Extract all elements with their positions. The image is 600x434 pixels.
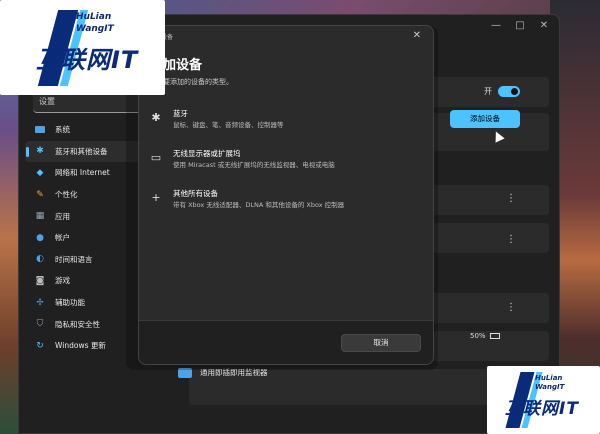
- display-icon: [33, 124, 47, 136]
- logo-text: 互联网IT: [505, 399, 579, 419]
- sidebar-item-label: 时间和语言: [55, 254, 93, 264]
- apps-icon: ▦: [35, 211, 45, 222]
- sidebar-item-label: 辅助功能: [55, 298, 85, 308]
- logo-subtext: HuLian: [76, 12, 112, 22]
- dialog-footer: 取消: [139, 320, 433, 364]
- gamepad-icon: ◙: [35, 275, 45, 286]
- dialog-title: 加设备: [163, 58, 203, 73]
- more-options-icon[interactable]: ⋮: [506, 193, 516, 204]
- plus-icon: +: [151, 190, 161, 204]
- globe-clock-icon: ◐: [36, 254, 44, 265]
- more-options-icon[interactable]: ⋮: [506, 234, 516, 245]
- battery-percent: 50%: [470, 332, 486, 340]
- brush-icon: ✎: [36, 189, 44, 200]
- shield-icon: ⛉: [36, 319, 44, 330]
- wifi-icon: ◆: [36, 167, 44, 178]
- sidebar-item-label: Windows 更新: [55, 341, 106, 351]
- bluetooth-toggle-label: 开: [484, 87, 492, 96]
- option-desc: 鼠标、键盘、笔、音频设备、控制器等: [173, 121, 284, 129]
- person-icon: ●: [36, 232, 44, 243]
- logo-subtext: WangIT: [535, 383, 565, 391]
- close-window-icon[interactable]: ✕: [537, 19, 551, 33]
- sidebar-item-label: 隐私和安全性: [55, 319, 100, 329]
- bluetooth-icon: ✱: [151, 110, 161, 124]
- sidebar-item-label: 帐户: [55, 233, 70, 243]
- option-everything-else[interactable]: + 其他所有设备 带有 Xbox 无线适配器、DLNA 和其他设备的 Xbox …: [147, 184, 427, 214]
- logo-subtext: HuLian: [535, 374, 563, 382]
- window-controls: — □ ✕: [489, 19, 551, 33]
- update-icon: ↻: [36, 340, 44, 351]
- sidebar-item-label: 系统: [55, 125, 70, 135]
- bluetooth-icon: ✱: [36, 146, 44, 157]
- logo-text: 互联网IT: [36, 46, 139, 74]
- maximize-icon[interactable]: □: [513, 19, 527, 33]
- dialog-subtitle: 要添加的设备的类型。: [163, 78, 233, 86]
- more-options-icon[interactable]: ⋮: [506, 302, 516, 313]
- battery-icon: [490, 333, 500, 339]
- close-icon[interactable]: ✕: [413, 30, 421, 41]
- cancel-button[interactable]: 取消: [341, 334, 421, 352]
- monitor-icon: ▭: [150, 150, 162, 164]
- watermark-logo-top: HuLian WangIT 互联网IT: [0, 0, 165, 95]
- option-title: 蓝牙: [173, 109, 188, 118]
- sidebar-item-label: 网络和 Internet: [55, 168, 110, 178]
- sidebar-item-label: 个性化: [55, 190, 78, 200]
- bluetooth-toggle[interactable]: [498, 86, 520, 97]
- option-desc: 使用 Miracast 或无线扩展坞的无线监视器、电视或电脑: [173, 161, 335, 169]
- minimize-icon[interactable]: —: [489, 19, 503, 33]
- accessibility-icon: ✢: [36, 297, 44, 308]
- add-device-button[interactable]: 添加设备: [450, 110, 520, 128]
- option-title: 其他所有设备: [173, 189, 218, 198]
- option-title: 无线显示器或扩展坞: [173, 149, 241, 158]
- add-device-dialog: 设备 ✕ 加设备 要添加的设备的类型。 ✱ 蓝牙 鼠标、键盘、笔、音频设备、控制…: [138, 25, 434, 365]
- sidebar-item-label: 蓝牙和其他设备: [55, 146, 108, 156]
- logo-subtext: WangIT: [76, 24, 114, 34]
- option-bluetooth[interactable]: ✱ 蓝牙 鼠标、键盘、笔、音频设备、控制器等: [147, 104, 427, 134]
- sidebar-item-label: 应用: [55, 211, 70, 221]
- option-desc: 带有 Xbox 无线适配器、DLNA 和其他设备的 Xbox 控制器: [173, 201, 345, 209]
- sidebar-item-label: 游戏: [55, 276, 70, 286]
- option-wireless-display[interactable]: ▭ 无线显示器或扩展坞 使用 Miracast 或无线扩展坞的无线监视器、电视或…: [147, 144, 427, 174]
- watermark-logo-bottom: HuLian WangIT 互联网IT: [487, 366, 600, 434]
